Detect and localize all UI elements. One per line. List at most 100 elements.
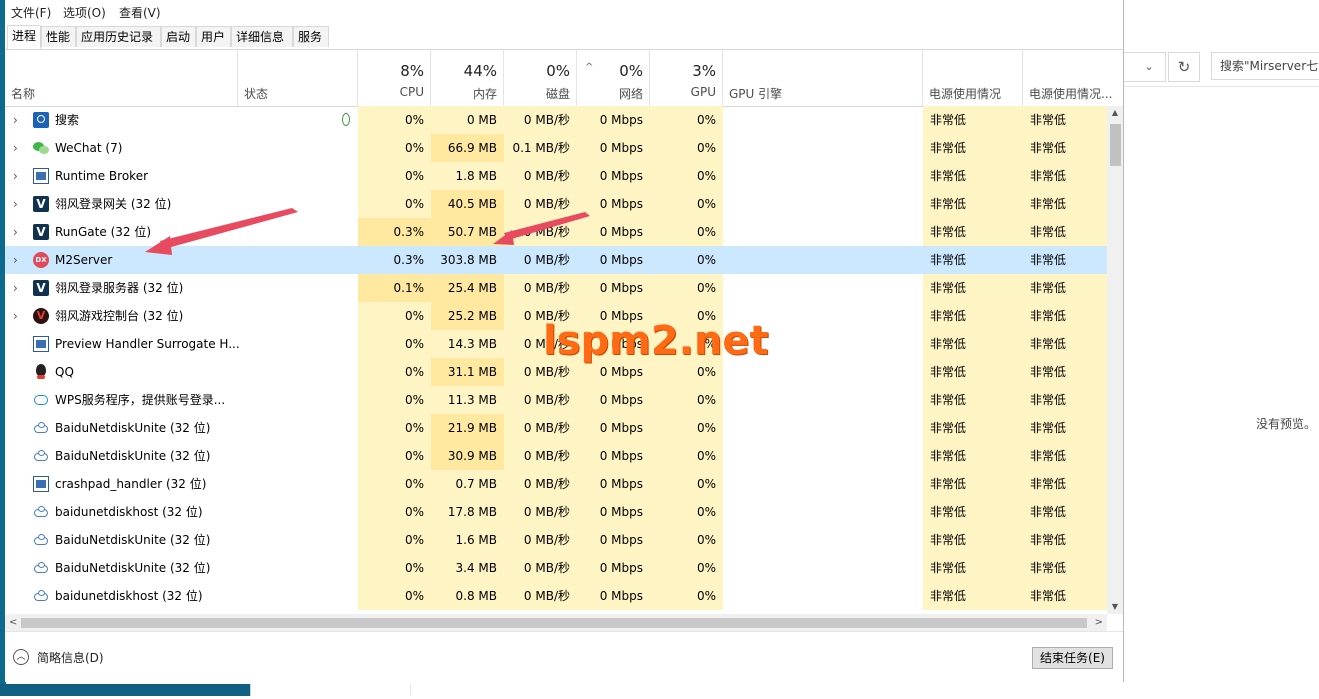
- scroll-thumb[interactable]: [1110, 124, 1121, 166]
- mem-value: 25.4 MB: [431, 274, 504, 302]
- mem-value: 303.8 MB: [440, 253, 497, 267]
- menu-view[interactable]: 查看(V): [119, 4, 161, 21]
- process-row[interactable]: BaiduNetdiskUnite (32 位) 0% 30.9 MB 0 MB/秒 0…: [5, 442, 1107, 470]
- menu-file[interactable]: 文件(F): [11, 4, 51, 21]
- disk-value: 0 MB/秒: [504, 190, 577, 218]
- column-power-trend[interactable]: 电源使用情况...: [1023, 50, 1123, 106]
- preview-pane-text: 没有预览。: [1256, 417, 1317, 431]
- cpu-value: 0%: [358, 106, 431, 134]
- expand-chevron-icon[interactable]: ›: [13, 302, 18, 330]
- power-value: 非常低: [923, 106, 1023, 134]
- menu-bar: 文件(F) 选项(O) 查看(V): [5, 0, 1123, 24]
- process-row[interactable]: › DX M2Server 0.3% 303.8 MB 0 MB/秒 0 Mbps 0% 非常低…: [5, 246, 1107, 274]
- mem-value: 11.3 MB: [431, 386, 504, 414]
- cpu-value: 0.3%: [358, 218, 431, 246]
- process-row[interactable]: › Runtime Broker 0% 1.8 MB 0 MB/秒 0 Mbps 0% 非常低…: [5, 162, 1107, 190]
- scroll-up-icon[interactable]: ▲: [1107, 106, 1123, 120]
- gpu-total: 3%: [692, 62, 716, 80]
- column-memory[interactable]: 44% 内存: [431, 50, 504, 106]
- process-row[interactable]: › V 翎风登录服务器 (32 位) 0.1% 25.4 MB 0 MB/秒 0 Mbps 0…: [5, 274, 1107, 302]
- process-row[interactable]: › V RunGate (32 位) 0.3% 50.7 MB 0 MB/秒 0 Mbps 0…: [5, 218, 1107, 246]
- baidu-netdisk-icon: [33, 420, 49, 436]
- expand-chevron-icon[interactable]: ›: [13, 246, 18, 274]
- process-row[interactable]: crashpad_handler (32 位) 0% 0.7 MB 0 MB/秒 0 M…: [5, 470, 1107, 498]
- column-gpu[interactable]: 3% GPU: [650, 50, 723, 106]
- power-value: 非常低: [923, 330, 1023, 358]
- tab-details[interactable]: 详细信息: [231, 26, 293, 47]
- end-task-button[interactable]: 结束任务(E): [1032, 647, 1113, 669]
- column-name[interactable]: 名称: [5, 50, 238, 106]
- tab-users[interactable]: 用户: [196, 26, 231, 47]
- process-name: baidunetdiskhost (32 位): [55, 505, 203, 519]
- disk-value: 0 MB/秒: [504, 274, 577, 302]
- search-input[interactable]: 搜索"Mirserver七: [1211, 52, 1319, 80]
- power-value: 非常低: [923, 358, 1023, 386]
- scroll-thumb[interactable]: [21, 618, 1087, 628]
- column-gpu-engine[interactable]: GPU 引擎: [723, 50, 923, 106]
- power-trend-value: 非常低: [1023, 302, 1107, 330]
- chevron-down-icon[interactable]: ⌄: [1140, 58, 1158, 76]
- column-power[interactable]: 电源使用情况: [923, 50, 1023, 106]
- mem-value: 30.9 MB: [431, 442, 504, 470]
- chevron-up-icon[interactable]: ︿: [13, 649, 29, 665]
- net-value: 0 Mbps: [577, 470, 650, 498]
- gpu-value: 0%: [650, 582, 723, 610]
- expand-chevron-icon[interactable]: ›: [13, 134, 18, 162]
- net-value: 0 Mbps: [577, 218, 650, 246]
- power-trend-value: 非常低: [1023, 218, 1107, 246]
- tab-services[interactable]: 服务: [293, 26, 329, 47]
- process-row[interactable]: QQ 0% 31.1 MB 0 MB/秒 0 Mbps 0% 非常低 非常低: [5, 358, 1107, 386]
- vertical-scrollbar[interactable]: ▲ ▼: [1107, 106, 1123, 614]
- gpu-value: 0%: [650, 526, 723, 554]
- tab-app-history[interactable]: 应用历史记录: [76, 26, 161, 47]
- tab-bar: 进程 性能 应用历史记录 启动 用户 详细信息 服务: [5, 25, 1123, 50]
- expand-chevron-icon[interactable]: ›: [13, 162, 18, 190]
- column-status[interactable]: 状态: [238, 50, 358, 106]
- gpu-value: 0%: [650, 162, 723, 190]
- tab-startup[interactable]: 启动: [161, 26, 196, 47]
- cpu-value: 0%: [358, 358, 431, 386]
- process-row[interactable]: BaiduNetdiskUnite (32 位) 0% 21.9 MB 0 MB/秒 0…: [5, 414, 1107, 442]
- process-name: RunGate (32 位): [55, 225, 152, 239]
- process-row[interactable]: › V 翎风游戏控制台 (32 位) 0% 25.2 MB 0 MB/秒 0 Mbps 0% 非…: [5, 302, 1107, 330]
- process-row[interactable]: › 搜索 0% 0 MB 0 MB/秒 0 Mbps 0% 非常低 非常低: [5, 106, 1107, 134]
- mem-value: 25.2 MB: [431, 302, 504, 330]
- column-cpu[interactable]: 8% CPU: [358, 50, 431, 106]
- leaf-icon: [342, 113, 350, 126]
- scroll-right-icon[interactable]: >: [1095, 614, 1103, 631]
- process-row[interactable]: baidunetdiskhost (32 位) 0% 17.8 MB 0 MB/秒 0 …: [5, 498, 1107, 526]
- power-trend-value: 非常低: [1030, 253, 1067, 267]
- tab-processes[interactable]: 进程: [7, 25, 41, 49]
- process-row[interactable]: BaiduNetdiskUnite (32 位) 0% 1.6 MB 0 MB/秒 0 …: [5, 526, 1107, 554]
- column-disk[interactable]: 0% 磁盘: [504, 50, 577, 106]
- expand-chevron-icon[interactable]: ›: [13, 218, 18, 246]
- process-row[interactable]: WPS服务程序，提供账号登录... 0% 11.3 MB 0 MB/秒 0 Mbps 0%…: [5, 386, 1107, 414]
- scroll-down-icon[interactable]: ▼: [1107, 600, 1123, 614]
- process-row[interactable]: BaiduNetdiskUnite (32 位) 0% 3.4 MB 0 MB/秒 0 …: [5, 554, 1107, 582]
- net-value: 0 Mbps: [577, 498, 650, 526]
- menu-options[interactable]: 选项(O): [63, 4, 106, 21]
- column-network[interactable]: ^ 0% 网络: [577, 50, 650, 106]
- process-row[interactable]: › V 翎风登录网关 (32 位) 0% 40.5 MB 0 MB/秒 0 Mbps 0% 非常…: [5, 190, 1107, 218]
- sort-up-icon: ^: [585, 62, 594, 73]
- process-row[interactable]: Preview Handler Surrogate H... 0% 14.3 MB 0…: [5, 330, 1107, 358]
- fewer-details-link[interactable]: 简略信息(D): [37, 649, 104, 666]
- expand-chevron-icon[interactable]: ›: [13, 274, 18, 302]
- cpu-value: 0%: [358, 526, 431, 554]
- horizontal-scrollbar[interactable]: < >: [5, 614, 1107, 631]
- cpu-value: 0%: [358, 414, 431, 442]
- scroll-left-icon[interactable]: <: [9, 614, 17, 631]
- process-row[interactable]: baidunetdiskhost (32 位) 0% 0.8 MB 0 MB/秒 0 M…: [5, 582, 1107, 610]
- tab-performance[interactable]: 性能: [41, 26, 76, 47]
- process-row[interactable]: › WeChat (7) 0% 66.9 MB 0.1 MB/秒 0 Mbps 0% 非常低非…: [5, 134, 1107, 162]
- baidu-netdisk-icon: [33, 448, 49, 464]
- power-value: 非常低: [923, 554, 1023, 582]
- power-value: 非常低: [923, 162, 1023, 190]
- cpu-value: 0.3%: [393, 253, 425, 267]
- baidu-netdisk-icon: [33, 588, 49, 604]
- net-value: 0 Mbps: [577, 442, 650, 470]
- disk-total: 0%: [546, 62, 570, 80]
- expand-chevron-icon[interactable]: ›: [13, 106, 18, 134]
- expand-chevron-icon[interactable]: ›: [13, 190, 18, 218]
- refresh-icon[interactable]: ↻: [1168, 52, 1200, 82]
